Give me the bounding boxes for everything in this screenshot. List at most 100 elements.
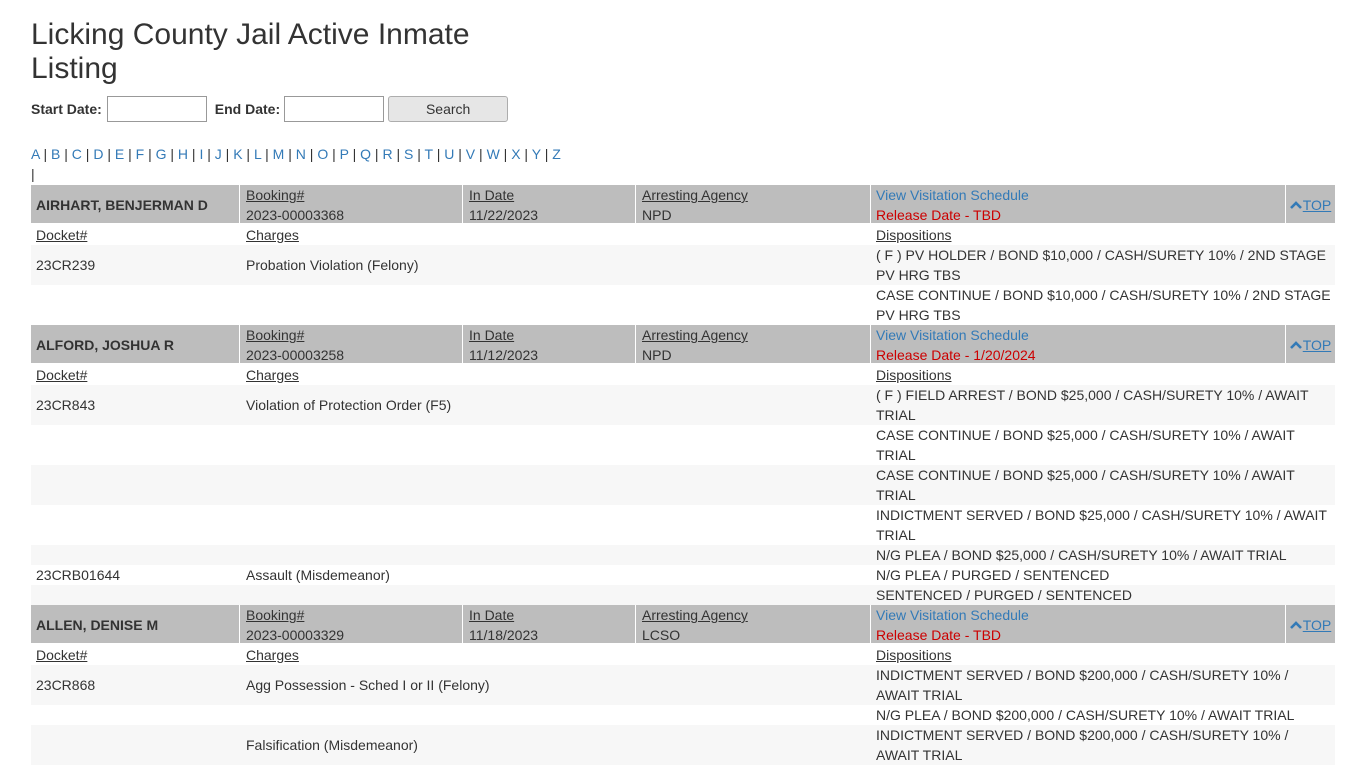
- top-link[interactable]: TOP: [1289, 337, 1331, 353]
- charge-row: N/G PLEA / PURGED / SENTENCED 23CRB01644 A…: [31, 565, 1335, 585]
- letter-link-p[interactable]: P: [340, 146, 349, 162]
- letter-separator: |: [348, 146, 361, 162]
- docket-number: 23CRB01644: [36, 567, 121, 583]
- letter-link-m[interactable]: M: [273, 146, 285, 162]
- inmate-table: AIRHART, BENJERMAN D Booking# 2023-0000336…: [31, 185, 1335, 765]
- disposition-text: N/G PLEA / PURGED / SENTENCED: [876, 567, 1110, 583]
- letter-link-c[interactable]: C: [72, 146, 82, 162]
- charge-text: Falsification (Misdemeanor): [246, 737, 418, 753]
- in-date-label: In Date: [469, 187, 515, 203]
- letter-link-b[interactable]: B: [51, 146, 60, 162]
- letter-separator: |: [188, 146, 200, 162]
- start-date-label: Start Date:: [31, 101, 102, 117]
- booking-number: 2023-00003258: [246, 347, 345, 363]
- letter-separator: |: [499, 146, 512, 162]
- booking-cell: Booking# 2023-00003329: [240, 605, 463, 645]
- letter-separator: |: [520, 146, 532, 162]
- letter-link-j[interactable]: J: [215, 146, 222, 162]
- visitation-cell: View Visitation Schedule Release Date - 1…: [871, 325, 1286, 365]
- letter-link-f[interactable]: F: [136, 146, 145, 162]
- disposition-text: INDICTMENT SERVED / BOND $200,000 / CASH…: [876, 727, 1289, 763]
- letter-link-z[interactable]: Z: [552, 146, 561, 162]
- booking-number: 2023-00003368: [246, 207, 345, 223]
- inmate-header-row: ALFORD, JOSHUA R Booking# 2023-00003258 In …: [31, 325, 1335, 365]
- letter-link-e[interactable]: E: [115, 146, 124, 162]
- letter-separator: |: [261, 146, 273, 162]
- agency-label: Arresting Agency: [642, 327, 748, 343]
- start-date-input[interactable]: [106, 96, 207, 122]
- letter-link-t[interactable]: T: [425, 146, 433, 162]
- letter-separator: |: [454, 146, 466, 162]
- letter-link-d[interactable]: D: [93, 146, 103, 162]
- letter-link-u[interactable]: U: [444, 146, 454, 162]
- letter-link-k[interactable]: K: [233, 146, 242, 162]
- agency-cell: Arresting Agency LCSO: [636, 605, 871, 645]
- top-link[interactable]: TOP: [1289, 617, 1332, 633]
- docket-number: 23CR843: [36, 397, 96, 413]
- charge-row: SENTENCED / PURGED / SENTENCED: [31, 585, 1335, 605]
- view-visitation-link[interactable]: View Visitation Schedule: [876, 185, 1285, 205]
- disposition-text: ( F ) FIELD ARREST / BOND $25,000 / CASH…: [876, 387, 1309, 423]
- view-visitation-link[interactable]: View Visitation Schedule: [876, 605, 1285, 625]
- booking-label: Booking#: [246, 607, 305, 623]
- letter-link-r[interactable]: R: [382, 146, 392, 162]
- inmate-name: ALLEN, DENISE M: [31, 605, 240, 645]
- charge-row: ( F ) FIELD ARREST / BOND $25,000 / CASH…: [31, 385, 1335, 425]
- letter-link-g[interactable]: G: [156, 146, 167, 162]
- charges-label: Charges: [246, 647, 299, 663]
- inmate-name: ALFORD, JOSHUA R: [31, 325, 240, 365]
- letter-separator: |: [392, 146, 404, 162]
- chevron-up-icon: [1289, 337, 1303, 353]
- letter-separator: |: [432, 146, 445, 162]
- letter-separator: |: [124, 146, 136, 162]
- search-bar: Start Date: End Date: Search: [31, 96, 509, 122]
- letter-separator: |: [203, 146, 215, 162]
- letter-link-a[interactable]: A: [31, 146, 40, 162]
- letter-separator: |: [39, 146, 51, 162]
- top-label: TOP: [1302, 617, 1332, 633]
- chevron-up-icon: [1289, 197, 1303, 213]
- letter-link-s[interactable]: S: [404, 146, 413, 162]
- in-date-cell: In Date 11/22/2023: [463, 185, 636, 225]
- docket-number: 23CR868: [36, 677, 96, 693]
- end-date-input[interactable]: [284, 96, 385, 122]
- letter-link-w[interactable]: W: [487, 146, 500, 162]
- in-date-label: In Date: [469, 327, 515, 343]
- letter-link-h[interactable]: H: [178, 146, 188, 162]
- charge-row: INDICTMENT SERVED / BOND $25,000 / CASH/…: [31, 505, 1335, 545]
- letter-separator: |: [60, 146, 72, 162]
- letter-link-v[interactable]: V: [466, 146, 475, 162]
- letter-separator: |: [305, 146, 318, 162]
- disposition-text: N/G PLEA / BOND $25,000 / CASH/SURETY 10…: [876, 547, 1287, 563]
- letter-separator: |: [221, 146, 234, 162]
- booking-number: 2023-00003329: [246, 627, 345, 643]
- disposition-text: CASE CONTINUE / BOND $25,000 / CASH/SURE…: [876, 427, 1295, 463]
- search-button[interactable]: Search: [388, 96, 509, 122]
- booking-label: Booking#: [246, 187, 305, 203]
- letter-link-n[interactable]: N: [296, 146, 306, 162]
- in-date-value: 11/22/2023: [469, 207, 539, 223]
- view-visitation-link[interactable]: View Visitation Schedule: [876, 325, 1285, 345]
- top-link[interactable]: TOP: [1289, 197, 1332, 213]
- charge-row: CASE CONTINUE / BOND $10,000 / CASH/SURE…: [31, 285, 1335, 325]
- chevron-up-icon: [1289, 617, 1303, 633]
- inmate-header-row: ALLEN, DENISE M Booking# 2023-00003329 In D…: [31, 605, 1335, 645]
- disposition-text: INDICTMENT SERVED / BOND $25,000 / CASH/…: [876, 507, 1327, 543]
- column-labels-row: Docket# Charges Dispositions: [31, 365, 1335, 385]
- disposition-text: SENTENCED / PURGED / SENTENCED: [876, 587, 1132, 603]
- letter-link-q[interactable]: Q: [360, 146, 371, 162]
- alphabet-nav: A | B | C | D | E | F | G | H | I | J | …: [31, 144, 561, 184]
- letter-separator: |: [144, 146, 156, 162]
- letter-link-x[interactable]: X: [511, 146, 520, 162]
- charge-row: ( F ) PV HOLDER / BOND $10,000 / CASH/SU…: [31, 245, 1335, 285]
- disposition-text: CASE CONTINUE / BOND $10,000 / CASH/SURE…: [876, 287, 1331, 323]
- letter-link-y[interactable]: Y: [532, 146, 541, 162]
- letter-link-o[interactable]: O: [317, 146, 328, 162]
- top-label: TOP: [1302, 197, 1332, 213]
- letter-separator: |: [242, 146, 254, 162]
- letter-separator: |: [166, 146, 178, 162]
- agency-value: NPD: [642, 207, 672, 223]
- in-date-label: In Date: [469, 607, 515, 623]
- docket-label: Docket#: [36, 647, 88, 663]
- booking-label: Booking#: [246, 327, 305, 343]
